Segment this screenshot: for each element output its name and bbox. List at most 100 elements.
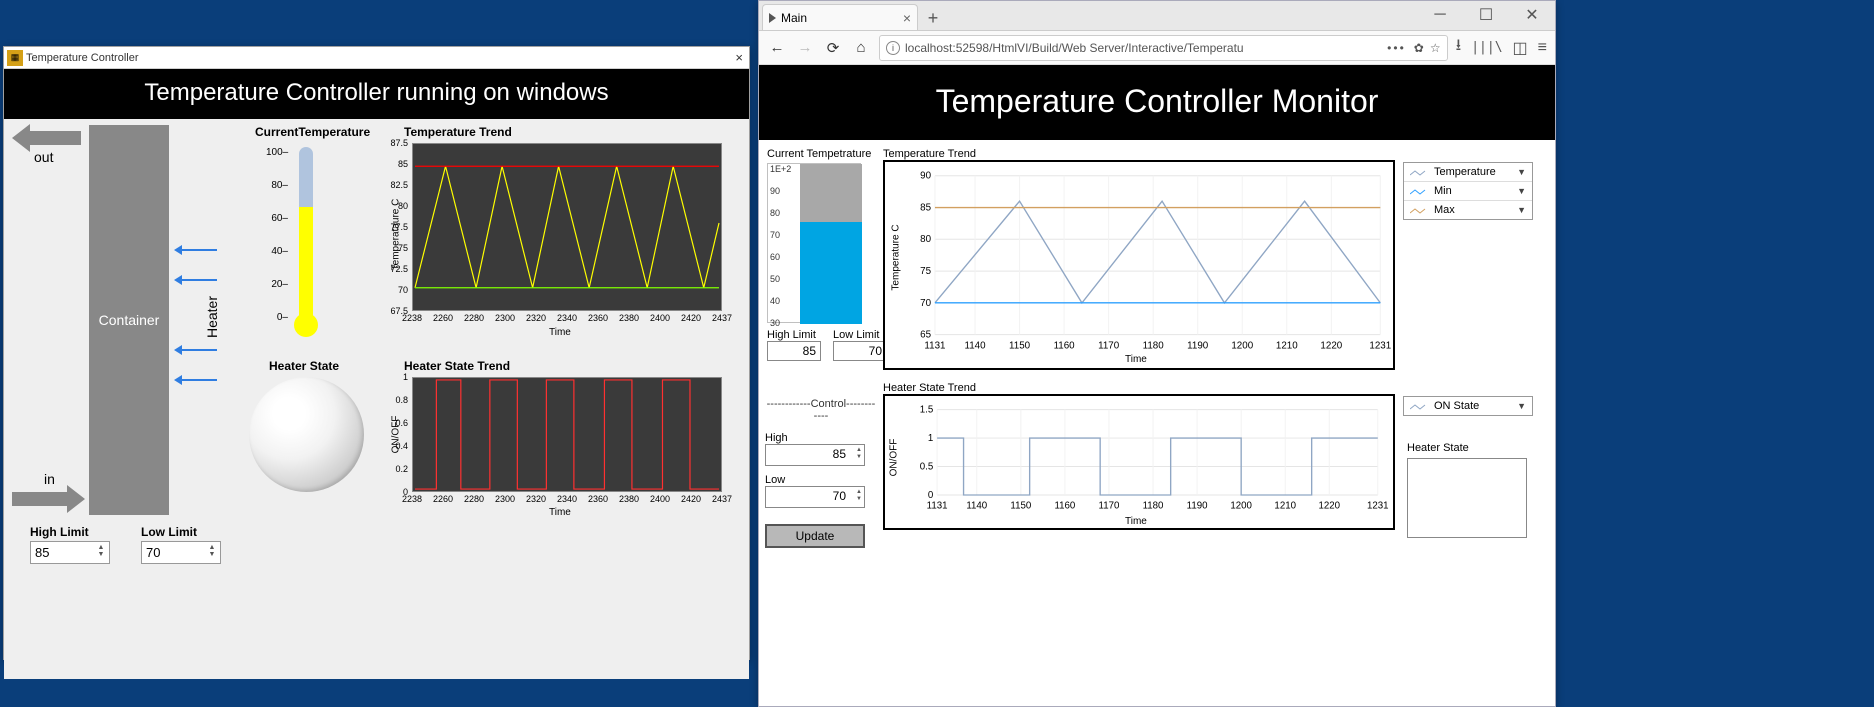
browser-toolbar: ← → ⟳ ⌂ i localhost:52598/HtmlVI/Build/W… bbox=[759, 31, 1555, 65]
close-button[interactable]: ✕ bbox=[1509, 1, 1555, 29]
svg-text:1231: 1231 bbox=[1367, 501, 1389, 512]
monitor-header: Temperature Controller Monitor bbox=[759, 65, 1555, 140]
downloads-icon[interactable]: ⭳ bbox=[1456, 34, 1462, 61]
tab-favicon-icon bbox=[769, 13, 776, 23]
heater-trend-label: Heater State Trend bbox=[883, 382, 1395, 394]
temperature-tank: 1E+290807060504030 bbox=[767, 163, 861, 323]
svg-text:1180: 1180 bbox=[1143, 501, 1164, 512]
svg-text:1200: 1200 bbox=[1231, 340, 1253, 351]
svg-text:1180: 1180 bbox=[1143, 340, 1165, 351]
svg-text:1.5: 1.5 bbox=[920, 405, 933, 416]
high-limit-label: High Limit bbox=[30, 525, 89, 539]
svg-text:1160: 1160 bbox=[1054, 501, 1075, 512]
spin-arrows[interactable]: ▲▼ bbox=[95, 544, 107, 558]
browser-tab[interactable]: Main × bbox=[762, 4, 918, 30]
temp-x-label: Time bbox=[1125, 354, 1147, 365]
control-divider: ------------Control------------ bbox=[765, 398, 877, 422]
svg-text:0: 0 bbox=[928, 490, 934, 501]
low-input[interactable]: 70 ▲▼ bbox=[765, 486, 865, 508]
temp-y-label: Temperature C bbox=[891, 224, 902, 290]
heater-state-section: Heater State bbox=[1407, 442, 1527, 538]
thermometer-bulb bbox=[294, 313, 318, 337]
url-bar[interactable]: i localhost:52598/HtmlVI/Build/Web Serve… bbox=[879, 35, 1448, 61]
heater-flow-arrow-icon bbox=[182, 279, 217, 281]
svg-text:1140: 1140 bbox=[965, 340, 987, 351]
legend-item-min[interactable]: Min▼ bbox=[1404, 182, 1532, 201]
svg-text:1150: 1150 bbox=[1010, 501, 1031, 512]
site-info-icon[interactable]: i bbox=[886, 41, 900, 55]
legend-item-onstate[interactable]: ON State▼ bbox=[1404, 397, 1532, 415]
home-button[interactable]: ⌂ bbox=[851, 39, 871, 56]
svg-text:1150: 1150 bbox=[1009, 340, 1031, 351]
heater-label: Heater bbox=[204, 296, 220, 338]
high-limit-input[interactable]: 85 ▲▼ bbox=[30, 541, 110, 564]
temp-trend-label: Temperature Trend bbox=[404, 125, 512, 139]
out-label: out bbox=[34, 149, 53, 165]
library-icon[interactable]: |||\ bbox=[1471, 40, 1502, 55]
window-controls: ─ ☐ ✕ bbox=[1417, 1, 1555, 29]
current-temp-label: Current Tempetrature bbox=[767, 148, 887, 160]
hs-legend: ON State▼ bbox=[1403, 396, 1533, 416]
high-input[interactable]: 85 ▲▼ bbox=[765, 444, 865, 466]
svg-text:1210: 1210 bbox=[1276, 340, 1298, 351]
back-button[interactable]: ← bbox=[767, 39, 787, 56]
app-body: out in Container Heater CurrentTemperatu… bbox=[4, 119, 749, 679]
low-limit-label: Low Limit bbox=[141, 525, 197, 539]
heater-flow-arrow-icon bbox=[182, 349, 217, 351]
high-input-value: 85 bbox=[833, 447, 846, 461]
container-label: Container bbox=[99, 312, 160, 328]
monitor-body: Current Tempetrature 1E+290807060504030 … bbox=[759, 140, 1555, 156]
tab-close-icon[interactable]: × bbox=[903, 10, 911, 26]
window-titlebar[interactable]: ▦ Temperature Controller × bbox=[4, 47, 749, 69]
low-label: Low bbox=[765, 474, 877, 486]
outflow-arrow-icon bbox=[12, 128, 77, 148]
url-text: localhost:52598/HtmlVI/Build/Web Server/… bbox=[905, 41, 1244, 55]
hs-y-label: ON/OFF bbox=[888, 439, 899, 477]
heater-x-axis-label: Time bbox=[549, 507, 571, 518]
heater-state-trend-chart: 1.510.5011311140115011601170118011901200… bbox=[883, 394, 1395, 530]
heater-state-trend-chart bbox=[412, 377, 722, 492]
container-block: Container bbox=[89, 125, 169, 515]
svg-text:1190: 1190 bbox=[1187, 340, 1209, 351]
heater-state-label: Heater State bbox=[1407, 442, 1527, 454]
browser-window: Main × + ─ ☐ ✕ ← → ⟳ ⌂ i localhost:52598… bbox=[758, 0, 1556, 707]
bookmark-icon[interactable]: ☆ bbox=[1430, 41, 1441, 55]
in-label: in bbox=[44, 471, 55, 487]
sidebar-icon[interactable]: ◫ bbox=[1513, 38, 1528, 58]
close-icon[interactable]: × bbox=[735, 50, 743, 65]
high-limit-display: 85 bbox=[767, 341, 821, 361]
minimize-button[interactable]: ─ bbox=[1417, 1, 1463, 29]
tank-fill bbox=[800, 222, 862, 324]
menu-icon[interactable]: ≡ bbox=[1538, 39, 1547, 57]
high-label: High bbox=[765, 432, 877, 444]
temperature-trend-chart: 9085807570651131114011501160117011801190… bbox=[883, 160, 1395, 370]
legend-item-temperature[interactable]: Temperature▼ bbox=[1404, 163, 1532, 182]
svg-text:80: 80 bbox=[920, 234, 931, 245]
app-header: Temperature Controller running on window… bbox=[4, 69, 749, 119]
svg-text:1170: 1170 bbox=[1099, 501, 1120, 512]
low-limit-display: 70 bbox=[833, 341, 887, 361]
control-section: ------------Control------------ High 85 … bbox=[765, 398, 877, 548]
tank-empty bbox=[800, 164, 862, 222]
reader-icon[interactable]: ✿ bbox=[1414, 41, 1424, 55]
temperature-trend-chart bbox=[412, 143, 722, 311]
svg-text:1220: 1220 bbox=[1320, 340, 1342, 351]
url-more-icon[interactable]: ••• bbox=[1387, 41, 1406, 55]
svg-text:1200: 1200 bbox=[1230, 501, 1252, 512]
reload-button[interactable]: ⟳ bbox=[823, 39, 843, 57]
update-button[interactable]: Update bbox=[765, 524, 865, 548]
low-limit-value: 70 bbox=[146, 545, 160, 560]
spin-arrows[interactable]: ▲▼ bbox=[206, 544, 218, 558]
browser-tabs: Main × + ─ ☐ ✕ bbox=[759, 1, 1555, 31]
thermometer-fill bbox=[299, 207, 313, 319]
forward-button[interactable]: → bbox=[795, 39, 815, 56]
maximize-button[interactable]: ☐ bbox=[1463, 1, 1509, 29]
heater-trend-label: Heater State Trend bbox=[404, 359, 510, 373]
spin-arrows[interactable]: ▲▼ bbox=[856, 489, 862, 503]
new-tab-button[interactable]: + bbox=[921, 6, 945, 30]
low-limit-input[interactable]: 70 ▲▼ bbox=[141, 541, 221, 564]
high-limit-value: 85 bbox=[35, 545, 49, 560]
temp-trend-label: Temperature Trend bbox=[883, 148, 1395, 160]
legend-item-max[interactable]: Max▼ bbox=[1404, 201, 1532, 219]
spin-arrows[interactable]: ▲▼ bbox=[856, 447, 862, 461]
